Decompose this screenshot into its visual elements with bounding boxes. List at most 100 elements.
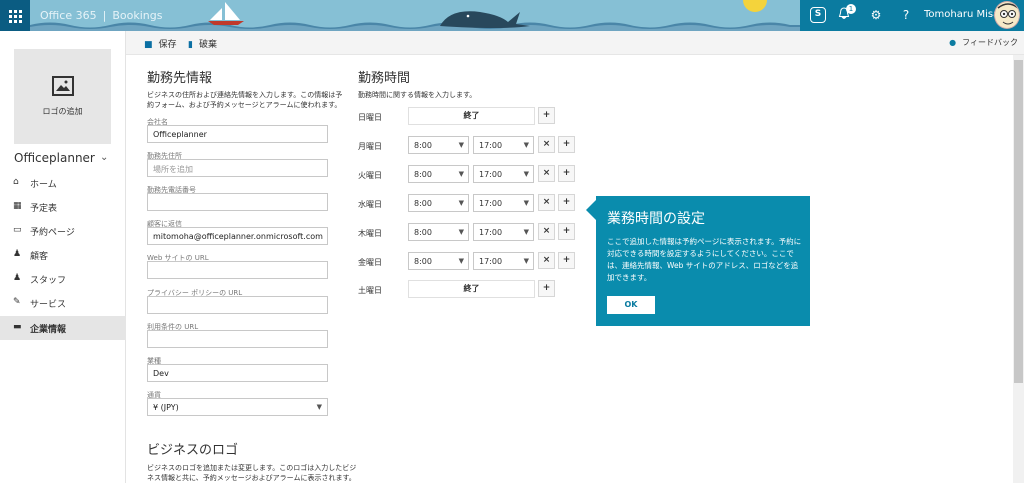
gear-icon[interactable]: ⚙ [868,7,884,23]
add-hours-button-friday[interactable]: + [558,252,575,269]
skype-icon[interactable]: S [810,7,826,23]
sidebar-item-label: 企業情報 [30,325,67,335]
hours-desc: 勤務時間に関する情報を入力します。 [358,91,477,99]
day-label-monday: 月曜日 [358,142,382,151]
remove-hours-button-friday[interactable]: × [538,252,555,269]
end-time-select-thursday[interactable]: 17:00 ▼ [473,223,534,241]
logo-section-title: ビジネスのロゴ [147,443,239,458]
phone-field[interactable] [147,193,328,211]
brand-separator: | [102,9,107,22]
company-name-field[interactable]: Officeplanner [147,125,328,143]
start-time-value: 8:00 [414,141,432,150]
sidebar-item-label: スタッフ [30,276,67,286]
website-field[interactable] [147,261,328,279]
sidebar-item-home[interactable]: ⌂ ホーム [0,171,126,195]
callout-body: ここで追加した情報は予約ページに表示されます。予約に対応できる時間を設定するよう… [607,237,802,282]
remove-hours-button-thursday[interactable]: × [538,223,555,240]
day-label-wednesday: 水曜日 [358,200,382,209]
scrollbar-thumb[interactable] [1014,60,1023,383]
discard-button[interactable]: ▮ 破棄 [188,37,217,50]
end-time-select-wednesday[interactable]: 17:00 ▼ [473,194,534,212]
sidebar-item-label: ホーム [30,180,57,190]
sidebar-item-calendar[interactable]: ▦ 予定表 [0,195,126,219]
command-bar: ■ 保存 ▮ 破棄 ● フィードバック [126,31,1024,55]
avatar[interactable] [994,1,1020,29]
callout-ok-button[interactable]: OK [607,296,655,314]
add-hours-button-monday[interactable]: + [558,136,575,153]
image-icon [52,76,74,96]
chevron-down-icon[interactable]: ⌄ [100,152,108,163]
closed-indicator-sunday: 終了 [408,107,535,125]
add-hours-button-thursday[interactable]: + [558,223,575,240]
add-logo-button[interactable]: ロゴの追加 [14,49,111,144]
sidebar-item-label: 予約ページ [30,228,75,238]
save-label: 保存 [158,40,177,50]
remove-hours-button-tuesday[interactable]: × [538,165,555,182]
feedback-label: フィードバック [962,38,1018,47]
day-label-tuesday: 火曜日 [358,171,382,180]
feedback-button[interactable]: ● フィードバック [949,37,1018,48]
chevron-down-icon: ▼ [523,257,529,265]
add-logo-label: ロゴの追加 [42,107,83,116]
add-hours-button-sunday[interactable]: + [538,107,555,124]
chevron-down-icon: ▼ [523,228,529,236]
laptop-icon: ▭ [13,225,22,235]
product-name[interactable]: Office 365 [40,9,97,22]
people-icon: ♟ [13,249,22,259]
start-time-value: 8:00 [414,170,432,179]
start-time-select-monday[interactable]: 8:00 ▼ [408,136,469,154]
chevron-down-icon: ▼ [523,170,529,178]
end-time-select-monday[interactable]: 17:00 ▼ [473,136,534,154]
chevron-down-icon: ▼ [523,199,529,207]
sidebar-item-label: 予定表 [30,204,58,214]
chevron-down-icon: ▼ [458,228,464,236]
end-time-select-friday[interactable]: 17:00 ▼ [473,252,534,270]
staff-icon: ♟ [13,273,22,283]
logo-section-desc-1: ビジネスのロゴを追加または変更します。このロゴは入力したビジ [147,464,357,472]
start-time-value: 8:00 [414,199,432,208]
top-bar: Office 365 | Bookings S 1 ⚙ ? Tomoharu Mis… [0,0,1024,31]
chevron-down-icon: ▼ [458,199,464,207]
sidebar-item-label: サービス [30,300,67,310]
privacy-field[interactable] [147,296,328,314]
add-hours-button-tuesday[interactable]: + [558,165,575,182]
terms-field[interactable] [147,330,328,348]
sidebar-item-booking-page[interactable]: ▭ 予約ページ [0,219,126,243]
end-time-value: 17:00 [479,170,503,179]
help-icon[interactable]: ? [898,7,914,23]
add-hours-button-wednesday[interactable]: + [558,194,575,211]
callout-arrow [586,200,596,220]
start-time-select-wednesday[interactable]: 8:00 ▼ [408,194,469,212]
industry-field[interactable]: Dev [147,364,328,382]
org-name[interactable]: Officeplanner [14,151,95,165]
app-name[interactable]: Bookings [112,9,162,22]
business-info-desc-2: 約フォーム、および予約メッセージとアラームに使われます。 [147,101,342,109]
calendar-icon: ▦ [13,201,22,211]
sidebar-item-services[interactable]: ✎ サービス [0,291,126,315]
save-button[interactable]: ■ 保存 [144,37,177,50]
business-info-title: 勤務先情報 [147,71,213,86]
briefcase-icon: ▬ [13,322,22,332]
app-launcher-button[interactable] [0,0,30,31]
chevron-down-icon: ▼ [458,257,464,265]
end-time-value: 17:00 [479,199,503,208]
sidebar-item-staff[interactable]: ♟ スタッフ [0,267,126,291]
sidebar-item-business-info[interactable]: ▬ 企業情報 [0,316,126,340]
currency-select[interactable]: ¥ (JPY) ▼ [147,398,328,416]
remove-hours-button-monday[interactable]: × [538,136,555,153]
chevron-down-icon: ▼ [458,141,464,149]
sidebar-item-customers[interactable]: ♟ 顧客 [0,243,126,267]
header-actions: S 1 ⚙ ? Tomoharu Misawa [800,0,1024,31]
start-time-select-thursday[interactable]: 8:00 ▼ [408,223,469,241]
reply-to-field[interactable]: mitomoha@officeplanner.onmicrosoft.com [147,227,328,245]
remove-hours-button-wednesday[interactable]: × [538,194,555,211]
address-field[interactable]: 場所を追加 [147,159,328,177]
end-time-select-tuesday[interactable]: 17:00 ▼ [473,165,534,183]
start-time-select-friday[interactable]: 8:00 ▼ [408,252,469,270]
currency-value: ¥ (JPY) [153,403,179,412]
day-label-saturday: 土曜日 [358,286,382,295]
sidebar: ロゴの追加 Officeplanner ⌄ ⌂ ホーム ▦ 予定表 ▭ 予約ページ ♟… [0,31,126,483]
start-time-select-tuesday[interactable]: 8:00 ▼ [408,165,469,183]
add-hours-button-saturday[interactable]: + [538,280,555,297]
callout-title: 業務時間の設定 [607,211,705,227]
